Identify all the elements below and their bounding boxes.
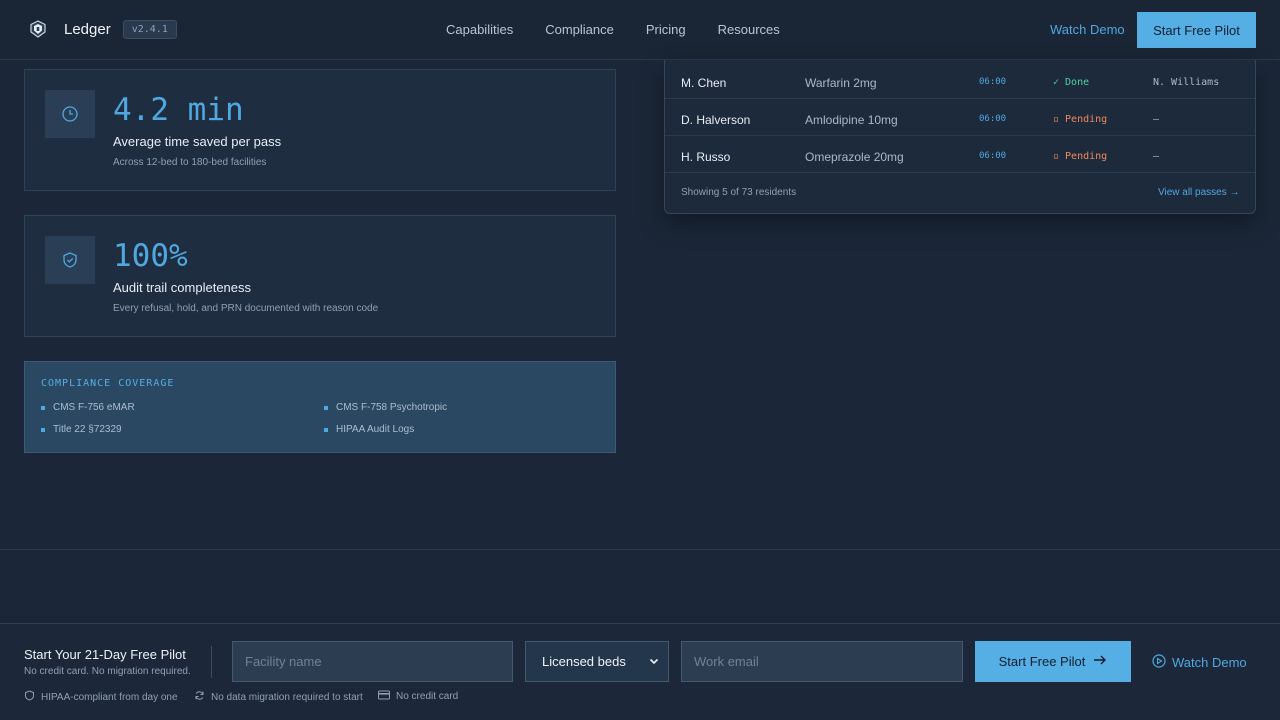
brand-name: Ledger (64, 20, 111, 38)
compliance-item: Title 22 §72329 (41, 424, 122, 435)
trust-item: No credit card (378, 690, 458, 703)
compliance-item-label: CMS F-758 Psychotropic (336, 402, 448, 413)
compliance-item-label: HIPAA Audit Logs (336, 424, 415, 435)
compliance-coverage-panel: COMPLIANCE COVERAGE CMS F-756 eMAR CMS F… (24, 361, 616, 453)
compliance-item-label: Title 22 §72329 (53, 424, 122, 435)
trust-item: HIPAA-compliant from day one (24, 690, 178, 704)
metric-title: Average time saved per pass (113, 134, 282, 149)
resident-name: H. Russo (681, 150, 731, 164)
status-badge: ▫ Pending (1053, 114, 1108, 125)
resident-name: M. Chen (681, 76, 727, 90)
main-nav: Capabilities Compliance Pricing Resource… (446, 22, 780, 37)
compliance-item: CMS F-756 eMAR (41, 402, 135, 413)
work-email-input[interactable] (681, 641, 963, 682)
medication: Warfarin 2mg (805, 76, 877, 90)
trust-label: No credit card (396, 691, 459, 702)
metric-card-time-saved: 4.2 min Average time saved per pass Acro… (24, 69, 616, 191)
top-nav-bar: Ledger v2.4.1 Capabilities Compliance Pr… (0, 0, 1280, 60)
licensed-beds-value: Licensed beds (542, 654, 626, 669)
nav-pricing[interactable]: Pricing (646, 22, 686, 37)
ledger-logo-icon (28, 19, 48, 39)
table-footer-count: Showing 5 of 73 residents (681, 187, 797, 198)
bullet-icon (41, 427, 45, 432)
clock-icon (45, 90, 95, 138)
table-row[interactable]: D. Halverson Amlodipine 10mg 06:00 ▫ Pen… (665, 99, 1255, 136)
cta-title: Start Your 21-Day Free Pilot (24, 647, 186, 662)
compliance-title: COMPLIANCE COVERAGE (41, 378, 175, 389)
facility-name-input[interactable] (232, 641, 513, 682)
trust-item: No data migration required to start (194, 690, 363, 704)
administered-by: N. Williams (1153, 77, 1220, 88)
nav-capabilities[interactable]: Capabilities (446, 22, 513, 37)
nav-compliance[interactable]: Compliance (545, 22, 614, 37)
shield-check-icon (45, 236, 95, 284)
metric-value: 100% (113, 238, 188, 274)
table-row[interactable]: H. Russo Omeprazole 20mg 06:00 ▫ Pending… (665, 136, 1255, 173)
watch-demo-label: Watch Demo (1172, 655, 1247, 670)
start-free-pilot-submit-button[interactable]: Start Free Pilot (975, 641, 1131, 682)
watch-demo-link[interactable]: Watch Demo (1050, 22, 1125, 37)
nav-resources[interactable]: Resources (718, 22, 780, 37)
medication: Amlodipine 10mg (805, 113, 898, 127)
pass-time: 06:00 (979, 151, 1007, 161)
administered-by: — (1153, 114, 1160, 125)
shield-icon (24, 690, 35, 704)
compliance-item-label: CMS F-756 eMAR (53, 402, 135, 413)
section-divider (0, 549, 1280, 550)
table-row[interactable]: M. Chen Warfarin 2mg 06:00 ✓ Done N. Wil… (665, 62, 1255, 99)
compliance-item: CMS F-758 Psychotropic (324, 402, 447, 413)
refresh-icon (194, 690, 205, 704)
credit-card-icon (378, 690, 390, 703)
version-badge: v2.4.1 (122, 19, 177, 39)
metric-card-audit-trail: 100% Audit trail completeness Every refu… (24, 215, 616, 337)
medication: Omeprazole 20mg (805, 150, 904, 164)
bullet-icon (324, 427, 328, 432)
resident-name: D. Halverson (681, 113, 751, 127)
metric-title: Audit trail completeness (113, 280, 252, 295)
med-pass-table: M. Chen Warfarin 2mg 06:00 ✓ Done N. Wil… (664, 60, 1256, 214)
arrow-right-icon (1093, 654, 1107, 669)
pass-time: 06:00 (979, 77, 1007, 87)
metric-subtitle: Across 12-bed to 180-bed facilities (113, 157, 267, 168)
pass-time: 06:00 (979, 114, 1007, 124)
start-free-pilot-button[interactable]: Start Free Pilot (1137, 12, 1256, 48)
status-badge: ✓ Done (1053, 77, 1090, 88)
play-circle-icon (1152, 654, 1166, 671)
bullet-icon (324, 405, 328, 410)
watch-demo-button[interactable]: Watch Demo (1152, 654, 1247, 671)
pilot-signup-bar: Start Your 21-Day Free Pilot No credit c… (0, 623, 1280, 720)
trust-label: No data migration required to start (211, 691, 363, 703)
view-all-passes-link[interactable]: View all passes → (1158, 187, 1240, 198)
trust-label: HIPAA-compliant from day one (41, 691, 178, 703)
start-free-pilot-label: Start Free Pilot (998, 654, 1086, 669)
metric-subtitle: Every refusal, hold, and PRN documented … (113, 303, 379, 314)
metric-value: 4.2 min (113, 92, 244, 128)
cta-separator (211, 646, 212, 678)
bullet-icon (41, 405, 45, 410)
status-badge: ▫ Pending (1053, 151, 1108, 162)
brand[interactable]: Ledger v2.4.1 (28, 19, 177, 39)
licensed-beds-select[interactable]: Licensed beds (525, 641, 669, 682)
cta-subtitle: No credit card. No migration required. (24, 666, 191, 677)
compliance-item: HIPAA Audit Logs (324, 424, 414, 435)
chevron-down-icon (648, 655, 660, 670)
administered-by: — (1153, 151, 1160, 162)
